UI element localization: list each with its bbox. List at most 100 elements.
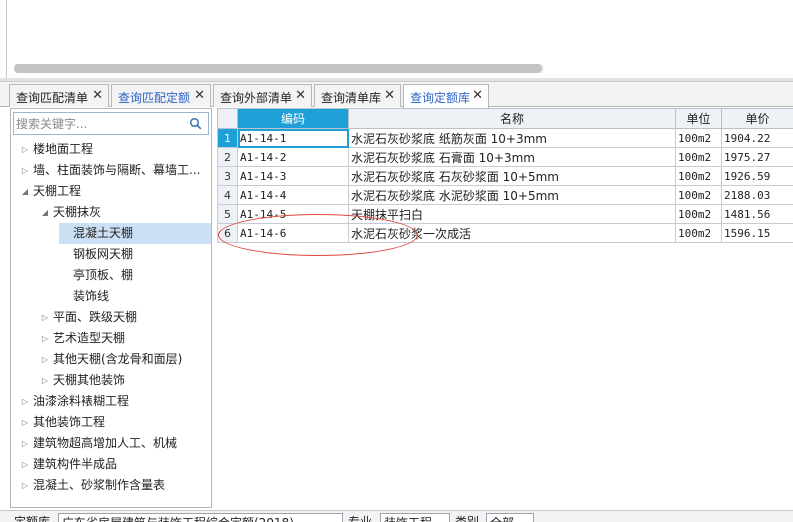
expand-arrow-icon[interactable]: ▷: [19, 160, 31, 181]
search-box[interactable]: [13, 112, 209, 135]
tree-node-paint[interactable]: ▷ 油漆涂料裱糊工程: [19, 391, 209, 412]
price-cell[interactable]: 1904.22: [721, 128, 793, 148]
tree-node-concrete-ceiling[interactable]: 混凝土天棚: [59, 223, 211, 244]
name-cell[interactable]: 水泥石灰砂浆底 水泥砂浆面 10+5mm: [348, 185, 676, 205]
unit-column-header[interactable]: 单位: [675, 108, 722, 129]
category-tree-panel: ▷ 楼地面工程 ▷ 墙、柱面装饰与隔断、幕墙工... ◢ 天棚工程 ◢ 天棚抹灰…: [10, 108, 212, 508]
expand-arrow-icon[interactable]: ▷: [19, 391, 31, 412]
tab-query-quota-library[interactable]: 查询定额库 ✕: [403, 84, 489, 108]
expand-arrow-icon[interactable]: ▷: [19, 412, 31, 433]
tab-query-list-library[interactable]: 查询清单库 ✕: [314, 84, 401, 107]
name-cell[interactable]: 水泥石灰砂浆底 纸筋灰面 10+3mm: [348, 128, 676, 148]
price-cell[interactable]: 2188.03: [721, 185, 793, 205]
tree-node-other-decoration[interactable]: ▷ 其他装饰工程: [19, 412, 209, 433]
close-icon[interactable]: ✕: [472, 88, 483, 103]
close-icon[interactable]: ✕: [384, 88, 395, 103]
tree-node-steel-mesh-ceiling[interactable]: 钢板网天棚: [59, 244, 209, 265]
price-cell[interactable]: 1596.15: [721, 223, 793, 243]
code-cell[interactable]: A1-14-4: [237, 185, 349, 205]
tree-node-art-ceiling[interactable]: ▷ 艺术造型天棚: [39, 328, 209, 349]
expand-arrow-icon[interactable]: ▷: [39, 328, 51, 349]
unit-cell[interactable]: 100m2: [675, 223, 722, 243]
price-cell[interactable]: 1975.27: [721, 147, 793, 167]
close-icon[interactable]: ✕: [92, 88, 103, 103]
table-row[interactable]: 4 A1-14-4 水泥石灰砂浆底 水泥砂浆面 10+5mm 100m2 218…: [217, 185, 793, 205]
unit-cell[interactable]: 100m2: [675, 185, 722, 205]
expand-arrow-icon[interactable]: ▷: [19, 433, 31, 454]
price-column-header[interactable]: 单价: [721, 108, 793, 129]
tab-query-match-list[interactable]: 查询匹配清单 ✕: [9, 84, 109, 107]
search-icon[interactable]: [189, 117, 202, 130]
tree-node-decorative-line[interactable]: 装饰线: [59, 286, 209, 307]
tree-node-label: 其他装饰工程: [33, 415, 106, 429]
tab-label: 查询清单库: [321, 91, 382, 105]
top-blank-area: [0, 0, 793, 78]
tree-node-label: 墙、柱面装饰与隔断、幕墙工...: [33, 163, 201, 177]
tree-node-ceiling[interactable]: ◢ 天棚工程: [19, 181, 209, 202]
tree-node-label: 油漆涂料裱糊工程: [33, 394, 130, 408]
code-column-header[interactable]: 编码: [237, 108, 349, 129]
scrollbar-thumb[interactable]: [14, 64, 542, 73]
table-row[interactable]: 2 A1-14-2 水泥石灰砂浆底 石膏面 10+3mm 100m2 1975.…: [217, 147, 793, 167]
tree-node-flat-ceiling[interactable]: ▷ 平面、跌级天棚: [39, 307, 209, 328]
tree-node-semi-finished[interactable]: ▷ 建筑构件半成品: [19, 454, 209, 475]
category-select[interactable]: 全部: [486, 513, 534, 522]
name-cell[interactable]: 水泥石灰砂浆底 石灰砂浆面 10+5mm: [348, 166, 676, 186]
search-input[interactable]: [16, 115, 186, 132]
name-cell[interactable]: 水泥石灰砂浆底 石膏面 10+3mm: [348, 147, 676, 167]
tab-label: 查询匹配清单: [16, 91, 89, 105]
unit-cell[interactable]: 100m2: [675, 204, 722, 224]
expand-arrow-icon[interactable]: ▷: [39, 349, 51, 370]
tree-node-floor[interactable]: ▷ 楼地面工程: [19, 139, 209, 160]
price-cell[interactable]: 1926.59: [721, 166, 793, 186]
unit-cell[interactable]: 100m2: [675, 128, 722, 148]
code-cell[interactable]: A1-14-2: [237, 147, 349, 167]
expand-arrow-icon[interactable]: ▷: [19, 475, 31, 496]
tree-node-other-ceiling[interactable]: ▷ 其他天棚(含龙骨和面层): [39, 349, 209, 370]
tree-node-label: 装饰线: [73, 289, 110, 303]
quota-table: 编码 名称 单位 单价 1 A1-14-1 水泥石灰砂浆底 纸筋灰面 10+3m…: [217, 108, 793, 508]
collapse-arrow-icon[interactable]: ◢: [19, 181, 31, 202]
price-cell[interactable]: 1481.56: [721, 204, 793, 224]
app-window: 查询匹配清单 ✕ 查询匹配定额 ✕ 查询外部清单 ✕ 查询清单库 ✕ 查询定额库…: [0, 0, 793, 522]
name-column-header[interactable]: 名称: [348, 108, 676, 129]
close-icon[interactable]: ✕: [194, 88, 205, 103]
tree-node-label: 混凝土天棚: [73, 226, 134, 240]
quota-library-select[interactable]: 广东省房屋建筑与装饰工程综合定额(2018): [58, 513, 343, 522]
table-row[interactable]: 1 A1-14-1 水泥石灰砂浆底 纸筋灰面 10+3mm 100m2 1904…: [217, 128, 793, 148]
table-row[interactable]: 3 A1-14-3 水泥石灰砂浆底 石灰砂浆面 10+5mm 100m2 192…: [217, 166, 793, 186]
tree-node-wall[interactable]: ▷ 墙、柱面装饰与隔断、幕墙工...: [19, 160, 209, 181]
specialty-select[interactable]: 装饰工程: [380, 513, 450, 522]
expand-arrow-icon[interactable]: ▷: [39, 370, 51, 391]
expand-arrow-icon[interactable]: ▷: [39, 307, 51, 328]
unit-cell[interactable]: 100m2: [675, 147, 722, 167]
tree-node-label: 建筑构件半成品: [33, 457, 118, 471]
tab-query-external-list[interactable]: 查询外部清单 ✕: [213, 84, 312, 107]
category-label: 类别: [455, 515, 480, 522]
expand-arrow-icon[interactable]: ▷: [19, 139, 31, 160]
collapse-arrow-icon[interactable]: ◢: [39, 202, 51, 223]
unit-cell[interactable]: 100m2: [675, 166, 722, 186]
tree-node-ceiling-plaster[interactable]: ◢ 天棚抹灰: [39, 202, 209, 223]
row-number: 5: [217, 204, 238, 224]
code-cell[interactable]: A1-14-3: [237, 166, 349, 186]
annotation-ellipse: [218, 214, 418, 256]
tree-node-concrete-mortar[interactable]: ▷ 混凝土、砂浆制作含量表: [19, 475, 209, 496]
row-number-header: [217, 108, 238, 129]
tab-query-match-quota[interactable]: 查询匹配定额 ✕: [111, 84, 211, 107]
tree-node-ceiling-other-decoration[interactable]: ▷ 天棚其他装饰: [39, 370, 209, 391]
tree-node-pavilion-roof[interactable]: 亭顶板、棚: [59, 265, 209, 286]
tree-node-high-rise[interactable]: ▷ 建筑物超高增加人工、机械: [19, 433, 209, 454]
code-cell[interactable]: A1-14-1: [237, 128, 349, 148]
horizontal-scrollbar[interactable]: [14, 64, 544, 73]
row-number: 1: [217, 128, 238, 148]
row-number: 3: [217, 166, 238, 186]
close-icon[interactable]: ✕: [295, 88, 306, 103]
tab-label: 查询匹配定额: [118, 91, 191, 105]
name-cell[interactable]: 天棚抹平扫白: [348, 204, 676, 224]
expand-arrow-icon[interactable]: ▷: [19, 454, 31, 475]
row-number: 2: [217, 147, 238, 167]
table-header-row: 编码 名称 单位 单价: [217, 108, 793, 129]
top-left-divider: [6, 0, 7, 78]
tree-node-label: 楼地面工程: [33, 142, 94, 156]
